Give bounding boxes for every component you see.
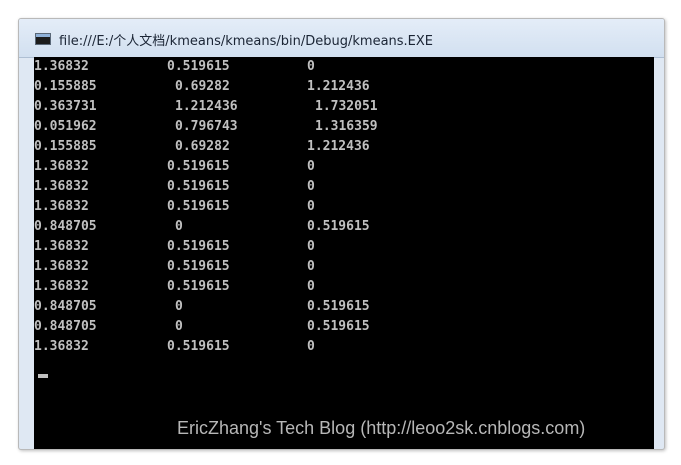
console-value: 0.519615	[167, 279, 230, 294]
console-value: 0	[175, 299, 183, 314]
console-value: 0.519615	[167, 259, 230, 274]
console-value: 0.155885	[34, 139, 97, 154]
console-value: 0	[307, 179, 315, 194]
window-title: file:///E:/个人文档/kmeans/kmeans/bin/Debug/…	[59, 34, 434, 49]
console-value: 1.36832	[34, 59, 89, 74]
console-value: 0	[307, 259, 315, 274]
console-value: 0	[307, 339, 315, 354]
console-value: 0.363731	[34, 99, 97, 114]
console-value: 0	[307, 239, 315, 254]
console-value: 0.519615	[167, 179, 230, 194]
console-value: 1.36832	[34, 279, 89, 294]
console-value: 0.519615	[167, 199, 230, 214]
console-value: 0.519615	[167, 339, 230, 354]
title-bar[interactable]: file:///E:/个人文档/kmeans/kmeans/bin/Debug/…	[19, 19, 664, 58]
console-value: 0.69282	[175, 139, 230, 154]
console-value: 1.36832	[34, 259, 89, 274]
console-value: 1.36832	[34, 179, 89, 194]
console-value: 0.519615	[167, 159, 230, 174]
console-value: 1.212436	[175, 99, 238, 114]
console-value: 0.155885	[34, 79, 97, 94]
console-value: 0.519615	[167, 59, 230, 74]
console-value: 0	[307, 279, 315, 294]
console-value: 0.69282	[175, 79, 230, 94]
console-value: 0	[175, 219, 183, 234]
console-value: 0.848705	[34, 219, 97, 234]
console-value: 0.519615	[307, 319, 370, 334]
console-value: 1.212436	[307, 139, 370, 154]
console-value: 0.796743	[175, 119, 238, 134]
console-value: 0.519615	[167, 239, 230, 254]
console-value: 0.848705	[34, 299, 97, 314]
console-value: 0.848705	[34, 319, 97, 334]
console-value: 0.051962	[34, 119, 97, 134]
console-value: 1.36832	[34, 239, 89, 254]
console-output[interactable]: 1.36832 0.519615 0 0.155885 0.69282 1.21…	[34, 57, 654, 449]
console-value: 0.519615	[307, 299, 370, 314]
console-value: 0	[175, 319, 183, 334]
console-value: 1.732051	[315, 99, 378, 114]
watermark: EricZhang's Tech Blog (http://leoo2sk.cn…	[177, 418, 586, 438]
console-value: 1.36832	[34, 339, 89, 354]
console-value: 0	[307, 159, 315, 174]
console-value: 1.212436	[307, 79, 370, 94]
console-value: 0	[307, 59, 315, 74]
text-cursor	[38, 374, 48, 378]
console-value: 0	[307, 199, 315, 214]
console-value: 1.36832	[34, 199, 89, 214]
console-value: 1.36832	[34, 159, 89, 174]
console-window-icon[interactable]	[35, 33, 51, 45]
console-window: file:///E:/个人文档/kmeans/kmeans/bin/Debug/…	[18, 18, 665, 450]
console-value: 0.519615	[307, 219, 370, 234]
console-value: 1.316359	[315, 119, 378, 134]
